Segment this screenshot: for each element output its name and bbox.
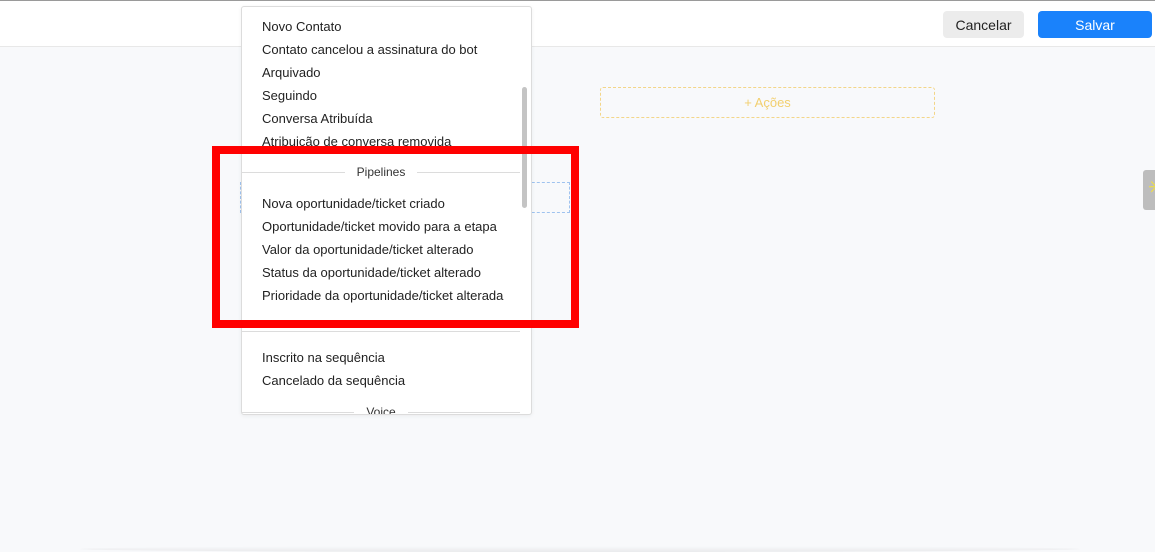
sparkle-icon: ✳ (1148, 178, 1155, 198)
menu-item-cancelado-sequencia[interactable]: Cancelado da sequência (262, 373, 405, 389)
highlight-box (212, 146, 579, 328)
voice-header-label: Voice (366, 405, 396, 415)
add-actions-button[interactable]: + Ações (600, 87, 935, 118)
menu-item-contato-cancelou[interactable]: Contato cancelou a assinatura do bot (262, 42, 477, 58)
menu-item-inscrito-sequencia[interactable]: Inscrito na sequência (262, 350, 385, 366)
cancel-button[interactable]: Cancelar (943, 11, 1024, 38)
top-toolbar: Cancelar Salvar (0, 0, 1155, 47)
menu-item-conversa-atribuida[interactable]: Conversa Atribuída (262, 111, 373, 127)
menu-item-seguindo[interactable]: Seguindo (262, 88, 317, 104)
bottom-shadow (80, 546, 1080, 552)
save-button[interactable]: Salvar (1038, 11, 1152, 38)
menu-item-novo-contato[interactable]: Novo Contato (262, 19, 342, 35)
menu-item-arquivado[interactable]: Arquivado (262, 65, 321, 81)
side-panel-tab[interactable]: ✳ (1143, 170, 1155, 210)
voice-group-header: Voice (242, 404, 521, 415)
